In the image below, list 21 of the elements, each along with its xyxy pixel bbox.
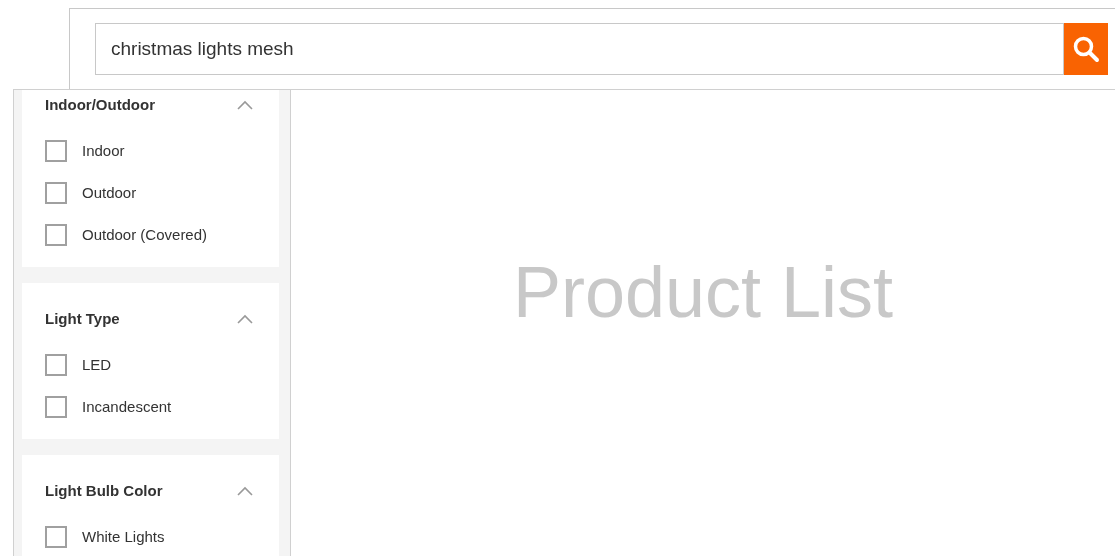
checkbox[interactable] (45, 396, 67, 418)
filter-heading: Light Type (45, 308, 120, 329)
checkbox-label: Outdoor (Covered) (82, 224, 208, 245)
checkbox[interactable] (45, 354, 67, 376)
checkbox[interactable] (45, 140, 67, 162)
checkbox-label: Indoor (82, 140, 125, 161)
filter-heading: Indoor/Outdoor (45, 94, 155, 115)
checkbox-label: LED (82, 354, 112, 375)
chevron-up-icon[interactable] (237, 486, 253, 496)
checkbox-label: White Lights (82, 526, 165, 547)
checkbox-label: Outdoor (82, 182, 137, 203)
search-field[interactable]: christmas lights mesh (95, 23, 1064, 75)
checkbox[interactable] (45, 526, 67, 548)
checkbox[interactable] (45, 224, 67, 246)
filter-heading: Light Bulb Color (45, 480, 163, 501)
checkbox-label: Incandescent (82, 396, 172, 417)
chevron-up-icon[interactable] (237, 100, 253, 110)
search-icon (1072, 35, 1100, 63)
chevron-up-icon[interactable] (237, 314, 253, 324)
search-button[interactable] (1064, 23, 1108, 75)
checkbox[interactable] (45, 182, 67, 204)
